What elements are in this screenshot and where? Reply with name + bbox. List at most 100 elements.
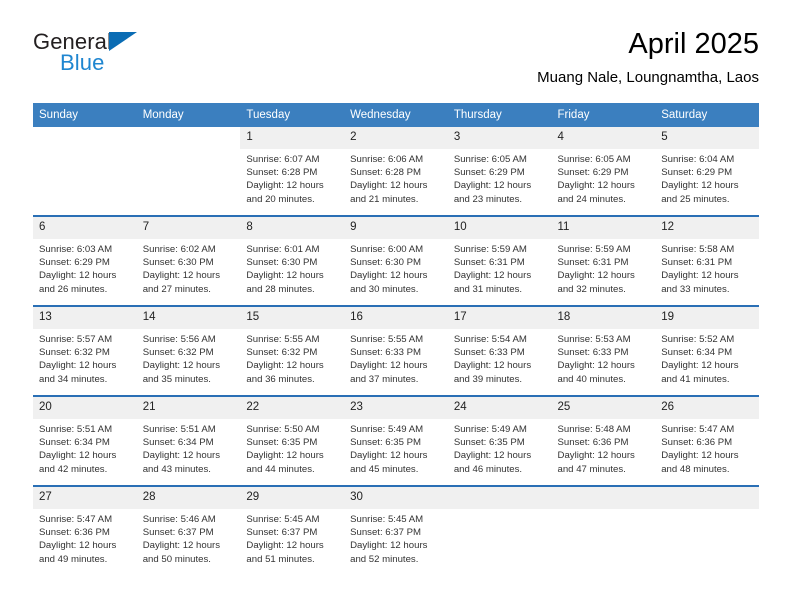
calendar-day-cell[interactable]: 9 Sunrise: 6:00 AM Sunset: 6:30 PM Daylight…: [344, 216, 448, 307]
daylight-duration-line1: Daylight: 12 hours: [557, 270, 635, 282]
daylight-duration-line2: and 27 minutes.: [142, 283, 211, 295]
calendar-day-cell[interactable]: 2 Sunrise: 6:06 AM Sunset: 6:28 PM Daylight…: [344, 127, 448, 217]
day-number: [137, 127, 241, 149]
sunset-time: Sunset: 6:37 PM: [246, 527, 318, 539]
day-details: Sunrise: 5:45 AM Sunset: 6:37 PM Daylight:…: [344, 509, 448, 566]
calendar-day-cell[interactable]: 26 Sunrise: 5:47 AM Sunset: 6:36 PM Dayligh…: [655, 396, 759, 487]
calendar-day-cell[interactable]: 1 Sunrise: 6:07 AM Sunset: 6:28 PM Daylight…: [240, 127, 345, 217]
calendar-day-cell-empty: [551, 486, 656, 575]
calendar-day-cell[interactable]: 11 Sunrise: 5:59 AM Sunset: 6:31 PM Dayligh…: [551, 216, 656, 307]
sunrise-time: Sunrise: 5:48 AM: [557, 424, 631, 435]
sunrise-time: Sunrise: 5:57 AM: [39, 334, 113, 345]
calendar-day-cell[interactable]: 19 Sunrise: 5:52 AM Sunset: 6:34 PM Dayligh…: [655, 306, 759, 397]
calendar-day-cell[interactable]: 16 Sunrise: 5:55 AM Sunset: 6:33 PM Dayligh…: [344, 306, 448, 397]
calendar-week-row: 1 Sunrise: 6:07 AM Sunset: 6:28 PM Daylight…: [33, 127, 759, 217]
day-number: 30: [344, 487, 448, 509]
day-details: Sunrise: 5:51 AM Sunset: 6:34 PM Daylight:…: [33, 419, 137, 476]
calendar-day-cell[interactable]: 15 Sunrise: 5:55 AM Sunset: 6:32 PM Dayligh…: [240, 306, 345, 397]
sunset-time: Sunset: 6:33 PM: [453, 347, 525, 359]
calendar-day-cell[interactable]: 27 Sunrise: 5:47 AM Sunset: 6:36 PM Dayligh…: [33, 486, 137, 575]
calendar-day-cell[interactable]: 14 Sunrise: 5:56 AM Sunset: 6:32 PM Dayligh…: [136, 306, 241, 397]
logo-text-blue: Blue: [60, 50, 105, 75]
day-number: 11: [551, 217, 656, 239]
daylight-duration-line1: Daylight: 12 hours: [39, 270, 117, 282]
sunset-time: Sunset: 6:32 PM: [246, 347, 318, 359]
day-number: 20: [33, 397, 137, 419]
calendar-day-cell[interactable]: 5 Sunrise: 6:04 AM Sunset: 6:29 PM Daylight…: [655, 127, 759, 217]
sunrise-time: Sunrise: 6:05 AM: [453, 154, 527, 165]
calendar-day-cell[interactable]: 3 Sunrise: 6:05 AM Sunset: 6:29 PM Daylight…: [447, 127, 552, 217]
daylight-duration-line2: and 41 minutes.: [661, 373, 730, 385]
sunset-time: Sunset: 6:31 PM: [661, 257, 733, 269]
calendar-day-cell[interactable]: 18 Sunrise: 5:53 AM Sunset: 6:33 PM Dayligh…: [551, 306, 656, 397]
day-details: Sunrise: 6:02 AM Sunset: 6:30 PM Daylight:…: [137, 239, 241, 296]
calendar-day-cell[interactable]: 21 Sunrise: 5:51 AM Sunset: 6:34 PM Dayligh…: [136, 396, 241, 487]
daylight-duration-line1: Daylight: 12 hours: [246, 180, 324, 192]
day-details: Sunrise: 5:57 AM Sunset: 6:32 PM Daylight:…: [33, 329, 137, 386]
daylight-duration-line1: Daylight: 12 hours: [350, 360, 428, 372]
calendar-day-cell[interactable]: 23 Sunrise: 5:49 AM Sunset: 6:35 PM Dayligh…: [344, 396, 448, 487]
day-details: Sunrise: 5:45 AM Sunset: 6:37 PM Daylight:…: [240, 509, 344, 566]
calendar-day-cell[interactable]: 4 Sunrise: 6:05 AM Sunset: 6:29 PM Daylight…: [551, 127, 656, 217]
daylight-duration-line2: and 36 minutes.: [246, 373, 315, 385]
calendar-day-cell[interactable]: 29 Sunrise: 5:45 AM Sunset: 6:37 PM Dayligh…: [240, 486, 345, 575]
calendar-day-cell[interactable]: 8 Sunrise: 6:01 AM Sunset: 6:30 PM Daylight…: [240, 216, 345, 307]
sunset-time: Sunset: 6:28 PM: [350, 167, 422, 179]
sunset-time: Sunset: 6:29 PM: [39, 257, 110, 269]
sunrise-time: Sunrise: 5:59 AM: [453, 244, 527, 255]
calendar-day-cell[interactable]: 12 Sunrise: 5:58 AM Sunset: 6:31 PM Dayligh…: [655, 216, 759, 307]
calendar-day-cell[interactable]: 30 Sunrise: 5:45 AM Sunset: 6:37 PM Dayligh…: [344, 486, 448, 575]
daylight-duration-line1: Daylight: 12 hours: [142, 270, 221, 282]
day-number: 29: [240, 487, 345, 509]
sunset-time: Sunset: 6:31 PM: [453, 257, 525, 269]
day-details: Sunrise: 5:52 AM Sunset: 6:34 PM Daylight:…: [655, 329, 759, 386]
daylight-duration-line1: Daylight: 12 hours: [246, 540, 324, 552]
calendar-day-cell[interactable]: 20 Sunrise: 5:51 AM Sunset: 6:34 PM Dayligh…: [33, 396, 137, 487]
daylight-duration-line1: Daylight: 12 hours: [350, 270, 428, 282]
day-number: [551, 487, 656, 509]
calendar-day-cell[interactable]: 6 Sunrise: 6:03 AM Sunset: 6:29 PM Daylight…: [33, 216, 137, 307]
calendar-day-cell[interactable]: 7 Sunrise: 6:02 AM Sunset: 6:30 PM Daylight…: [136, 216, 241, 307]
daylight-duration-line1: Daylight: 12 hours: [39, 540, 117, 552]
calendar-week-row: 27 Sunrise: 5:47 AM Sunset: 6:36 PM Dayligh…: [33, 486, 759, 575]
calendar-day-cell[interactable]: 22 Sunrise: 5:50 AM Sunset: 6:35 PM Dayligh…: [240, 396, 345, 487]
daylight-duration-line1: Daylight: 12 hours: [350, 540, 428, 552]
sunset-time: Sunset: 6:37 PM: [350, 527, 422, 539]
day-number: 4: [551, 127, 656, 149]
calendar-day-cell[interactable]: 25 Sunrise: 5:48 AM Sunset: 6:36 PM Dayligh…: [551, 396, 656, 487]
daylight-duration-line1: Daylight: 12 hours: [453, 450, 532, 462]
day-number: 2: [344, 127, 448, 149]
sunset-time: Sunset: 6:32 PM: [142, 347, 214, 359]
sunrise-time: Sunrise: 5:47 AM: [661, 424, 735, 435]
daylight-duration-line2: and 42 minutes.: [39, 463, 108, 475]
sunset-time: Sunset: 6:31 PM: [557, 257, 629, 269]
calendar-day-cell[interactable]: 24 Sunrise: 5:49 AM Sunset: 6:35 PM Dayligh…: [447, 396, 552, 487]
daylight-duration-line1: Daylight: 12 hours: [142, 360, 221, 372]
calendar-day-cell[interactable]: 10 Sunrise: 5:59 AM Sunset: 6:31 PM Dayligh…: [447, 216, 552, 307]
daylight-duration-line1: Daylight: 12 hours: [557, 180, 635, 192]
daylight-duration-line2: and 44 minutes.: [246, 463, 315, 475]
daylight-duration-line2: and 49 minutes.: [39, 553, 108, 565]
daylight-duration-line2: and 46 minutes.: [453, 463, 523, 475]
calendar-day-cell-empty: [447, 486, 552, 575]
sunset-time: Sunset: 6:29 PM: [453, 167, 525, 179]
sunrise-time: Sunrise: 6:00 AM: [350, 244, 424, 255]
sunrise-time: Sunrise: 5:49 AM: [350, 424, 424, 435]
day-number: 25: [551, 397, 656, 419]
calendar-day-cell[interactable]: 13 Sunrise: 5:57 AM Sunset: 6:32 PM Dayligh…: [33, 306, 137, 397]
day-details: Sunrise: 6:03 AM Sunset: 6:29 PM Daylight:…: [33, 239, 137, 296]
day-number: 16: [344, 307, 448, 329]
daylight-duration-line1: Daylight: 12 hours: [453, 360, 532, 372]
generalblue-logo[interactable]: General Blue: [33, 30, 163, 82]
calendar-day-cell[interactable]: 17 Sunrise: 5:54 AM Sunset: 6:33 PM Dayligh…: [447, 306, 552, 397]
day-details: Sunrise: 5:53 AM Sunset: 6:33 PM Daylight:…: [552, 329, 656, 386]
calendar-day-cell-empty: [655, 486, 759, 575]
calendar-day-cell[interactable]: 28 Sunrise: 5:46 AM Sunset: 6:37 PM Dayligh…: [136, 486, 241, 575]
daylight-duration-line1: Daylight: 12 hours: [246, 270, 324, 282]
daylight-duration-line2: and 40 minutes.: [557, 373, 626, 385]
sunrise-time: Sunrise: 6:01 AM: [246, 244, 320, 255]
sunrise-time: Sunrise: 5:46 AM: [142, 514, 216, 525]
day-number: 14: [136, 307, 241, 329]
day-details: Sunrise: 6:04 AM Sunset: 6:29 PM Daylight:…: [655, 149, 759, 206]
sunrise-time: Sunrise: 5:53 AM: [557, 334, 631, 345]
